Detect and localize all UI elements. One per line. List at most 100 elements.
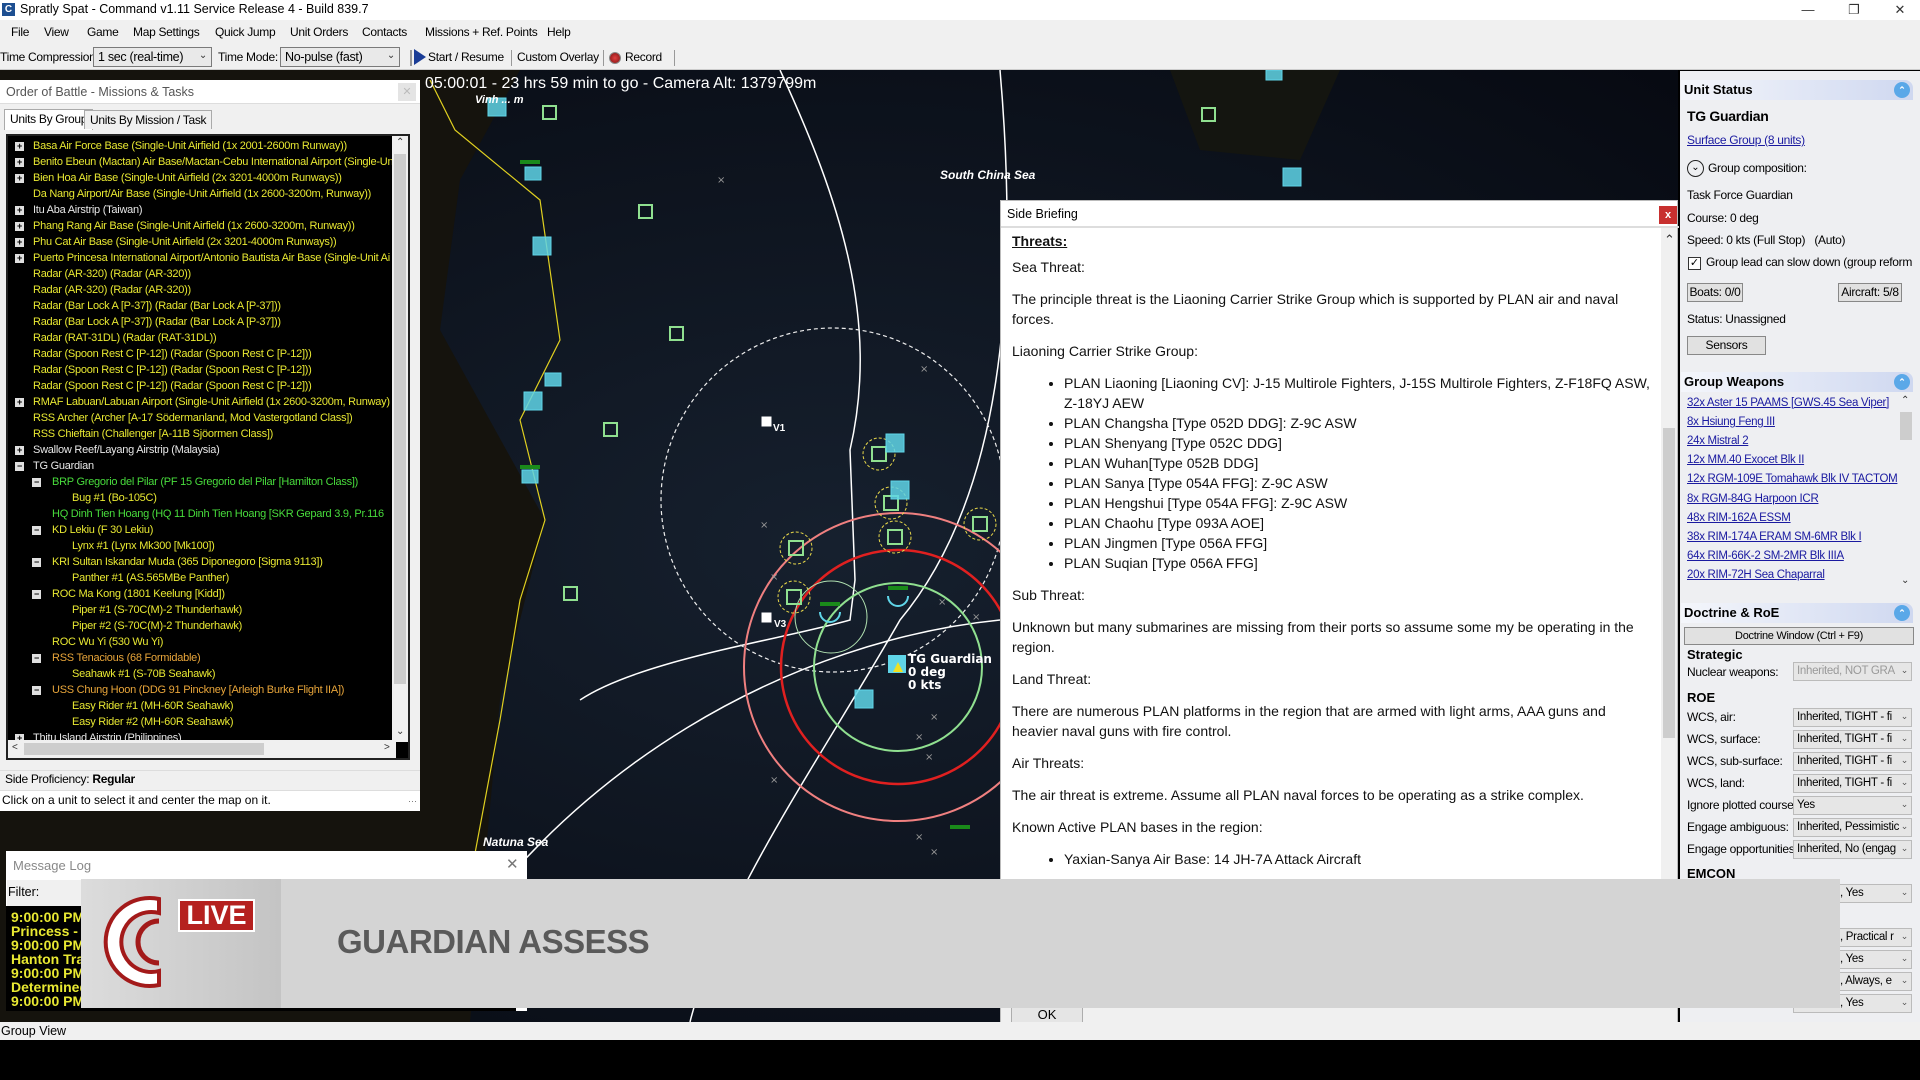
scroll-thumb[interactable] xyxy=(1900,412,1912,440)
expand-icon[interactable]: + xyxy=(15,222,24,231)
tree-item[interactable]: Radar (Bar Lock A [P-37]) (Radar (Bar Lo… xyxy=(8,314,394,330)
scroll-up-icon[interactable]: ⌃ xyxy=(1664,232,1675,248)
scroll-thumb[interactable] xyxy=(394,154,406,684)
tree-item[interactable]: +Puerto Princesa International Airport/A… xyxy=(8,250,394,266)
expand-icon[interactable]: + xyxy=(15,398,24,407)
tree-item[interactable]: Easy Rider #1 (MH-60R Seahawk) xyxy=(8,698,394,714)
tree-item[interactable]: Bug #1 (Bo-105C) xyxy=(8,490,394,506)
tree-vertical-scrollbar[interactable]: ⌃ ⌄ xyxy=(392,136,408,742)
roe-select[interactable]: Inherited, TIGHT - fi⌄ xyxy=(1793,752,1912,771)
weapon-link[interactable]: 20x RIM-72H Sea Chaparral xyxy=(1687,569,1825,581)
tree-item[interactable]: −ROC Ma Kong (1801 Keelung [Kidd]) xyxy=(8,586,394,602)
tree-item[interactable]: Radar (Spoon Rest C [P-12]) (Radar (Spoo… xyxy=(8,362,394,378)
scroll-down-icon[interactable]: ⌄ xyxy=(1901,575,1909,586)
close-icon[interactable]: ✕ xyxy=(1880,0,1920,20)
tree-item[interactable]: Radar (Bar Lock A [P-37]) (Radar (Bar Lo… xyxy=(8,298,394,314)
expand-icon[interactable]: + xyxy=(15,254,24,263)
roe-select[interactable]: Inherited, TIGHT - fi⌄ xyxy=(1793,730,1912,749)
tree-item[interactable]: −KRI Sultan Iskandar Muda (365 Diponegor… xyxy=(8,554,394,570)
expand-icon[interactable]: + xyxy=(15,206,24,215)
tree-item[interactable]: Radar (RAT-31DL) (Radar (RAT-31DL)) xyxy=(8,330,394,346)
tree-item[interactable]: Radar (Spoon Rest C [P-12]) (Radar (Spoo… xyxy=(8,346,394,362)
tree-item[interactable]: RSS Archer (Archer [A-17 Södermanland, M… xyxy=(8,410,394,426)
menu-quick-jump[interactable]: Quick Jump xyxy=(215,25,275,39)
doctrine-window-button[interactable]: Doctrine Window (Ctrl + F9) xyxy=(1684,627,1914,645)
unit-tree[interactable]: +Basa Air Force Base (Single-Unit Airfie… xyxy=(6,134,410,760)
expand-composition-icon[interactable]: ⌄ xyxy=(1687,160,1704,177)
roe-select[interactable]: Inherited, Pessimistic⌄ xyxy=(1793,818,1912,837)
scroll-up-icon[interactable]: ⌃ xyxy=(1901,395,1909,406)
weapon-link[interactable]: 8x RGM-84G Harpoon ICR xyxy=(1687,493,1818,505)
slowdown-checkbox[interactable]: ✓ xyxy=(1688,257,1701,270)
menu-view[interactable]: View xyxy=(44,25,69,39)
tree-item[interactable]: +Phu Cat Air Base (Single-Unit Airfield … xyxy=(8,234,394,250)
collapse-icon[interactable]: − xyxy=(32,558,41,567)
tree-item[interactable]: RSS Chieftain (Challenger [A-11B Sjöorme… xyxy=(8,426,394,442)
collapse-icon[interactable]: − xyxy=(32,686,41,695)
tree-item[interactable]: −USS Chung Hoon (DDG 91 Pinckney [Arleig… xyxy=(8,682,394,698)
boats-button[interactable]: Boats: 0/0 xyxy=(1687,283,1743,302)
aircraft-button[interactable]: Aircraft: 5/8 xyxy=(1838,283,1902,302)
weapons-scrollbar[interactable]: ⌃ ⌄ xyxy=(1898,395,1914,591)
close-icon[interactable]: ✕ xyxy=(506,855,519,873)
tree-item[interactable]: ROC Wu Yi (530 Wu Yi) xyxy=(8,634,394,650)
close-button[interactable]: x xyxy=(1659,206,1677,224)
expand-icon[interactable]: + xyxy=(15,238,24,247)
menu-missions-ref-points[interactable]: Missions + Ref. Points xyxy=(425,25,537,39)
tree-item[interactable]: Piper #2 (S-70C(M)-2 Thunderhawk) xyxy=(8,618,394,634)
tree-item[interactable]: +Phang Rang Air Base (Single-Unit Airfie… xyxy=(8,218,394,234)
roe-select[interactable]: Inherited, No (engag⌄ xyxy=(1793,840,1912,859)
time-compression-select[interactable]: 1 sec (real-time)⌄ xyxy=(93,47,212,67)
tree-item[interactable]: −BRP Gregorio del Pilar (PF 15 Gregorio … xyxy=(8,474,394,490)
collapse-icon[interactable]: ⌃ xyxy=(1894,605,1910,621)
tree-item[interactable]: Panther #1 (AS.565MBe Panther) xyxy=(8,570,394,586)
scroll-down-icon[interactable]: ⌄ xyxy=(396,726,404,737)
scroll-thumb[interactable] xyxy=(1663,428,1675,738)
tree-item[interactable]: −TG Guardian xyxy=(8,458,394,474)
tree-item[interactable]: −RSS Tenacious (68 Formidable) xyxy=(8,650,394,666)
minimize-icon[interactable]: — xyxy=(1788,0,1828,20)
tg-guardian-map-label[interactable]: TG Guardian 0 deg 0 kts xyxy=(908,653,992,692)
close-icon[interactable]: ✕ xyxy=(398,83,416,101)
collapse-icon[interactable]: − xyxy=(32,526,41,535)
menu-game[interactable]: Game xyxy=(87,25,118,39)
tree-item[interactable]: −KD Lekiu (F 30 Lekiu) xyxy=(8,522,394,538)
tree-item[interactable]: Piper #1 (S-70C(M)-2 Thunderhawk) xyxy=(8,602,394,618)
collapse-icon[interactable]: ⌃ xyxy=(1894,374,1910,390)
roe-select[interactable]: Inherited, TIGHT - fi⌄ xyxy=(1793,708,1912,727)
menu-unit-orders[interactable]: Unit Orders xyxy=(290,25,348,39)
weapon-link[interactable]: 8x Hsiung Feng III xyxy=(1687,416,1775,428)
menu-contacts[interactable]: Contacts xyxy=(362,25,407,39)
record-button[interactable]: Record xyxy=(625,50,662,64)
menu-help[interactable]: Help xyxy=(547,25,570,39)
tree-item[interactable]: +Basa Air Force Base (Single-Unit Airfie… xyxy=(8,138,394,154)
tree-item[interactable]: Radar (AR-320) (Radar (AR-320)) xyxy=(8,266,394,282)
expand-icon[interactable]: + xyxy=(15,142,24,151)
collapse-icon[interactable]: ⌃ xyxy=(1894,82,1910,98)
expand-icon[interactable]: + xyxy=(15,446,24,455)
tree-item[interactable]: +RMAF Labuan/Labuan Airport (Single-Unit… xyxy=(8,394,394,410)
menu-map-settings[interactable]: Map Settings xyxy=(133,25,199,39)
weapon-link[interactable]: 24x Mistral 2 xyxy=(1687,435,1748,447)
collapse-icon[interactable]: − xyxy=(32,590,41,599)
collapse-icon[interactable]: − xyxy=(32,654,41,663)
scroll-thumb[interactable] xyxy=(24,743,264,755)
group-weapons-header[interactable]: Group Weapons⌃ xyxy=(1681,372,1913,392)
tree-horizontal-scrollbar[interactable]: < > xyxy=(8,740,396,758)
maximize-icon[interactable]: ❐ xyxy=(1834,0,1874,20)
roe-select[interactable]: Yes⌄ xyxy=(1793,796,1912,815)
tab-units-by-group[interactable]: Units By Group xyxy=(4,109,93,130)
weapon-link[interactable]: 64x RIM-66K-2 SM-2MR Blk IIIA xyxy=(1687,550,1844,562)
menu-file[interactable]: File xyxy=(11,25,29,39)
scroll-up-icon[interactable]: ⌃ xyxy=(396,137,404,148)
reference-point-v3[interactable]: V3 xyxy=(774,619,786,630)
group-link[interactable]: Surface Group (8 units) xyxy=(1687,133,1805,147)
tree-item[interactable]: Radar (Spoon Rest C [P-12]) (Radar (Spoo… xyxy=(8,378,394,394)
tree-item[interactable]: Lynx #1 (Lynx Mk300 [Mk100]) xyxy=(8,538,394,554)
weapon-link[interactable]: 12x RGM-109E Tomahawk Blk IV TACTOM xyxy=(1687,473,1897,485)
tree-item[interactable]: +Itu Aba Airstrip (Taiwan) xyxy=(8,202,394,218)
doctrine-header[interactable]: Doctrine & RoE⌃ xyxy=(1681,603,1913,623)
scroll-right-icon[interactable]: > xyxy=(384,742,390,753)
reference-point-v1[interactable]: V1 xyxy=(773,423,785,434)
resize-grip-icon[interactable]: ⋯ xyxy=(408,796,417,807)
